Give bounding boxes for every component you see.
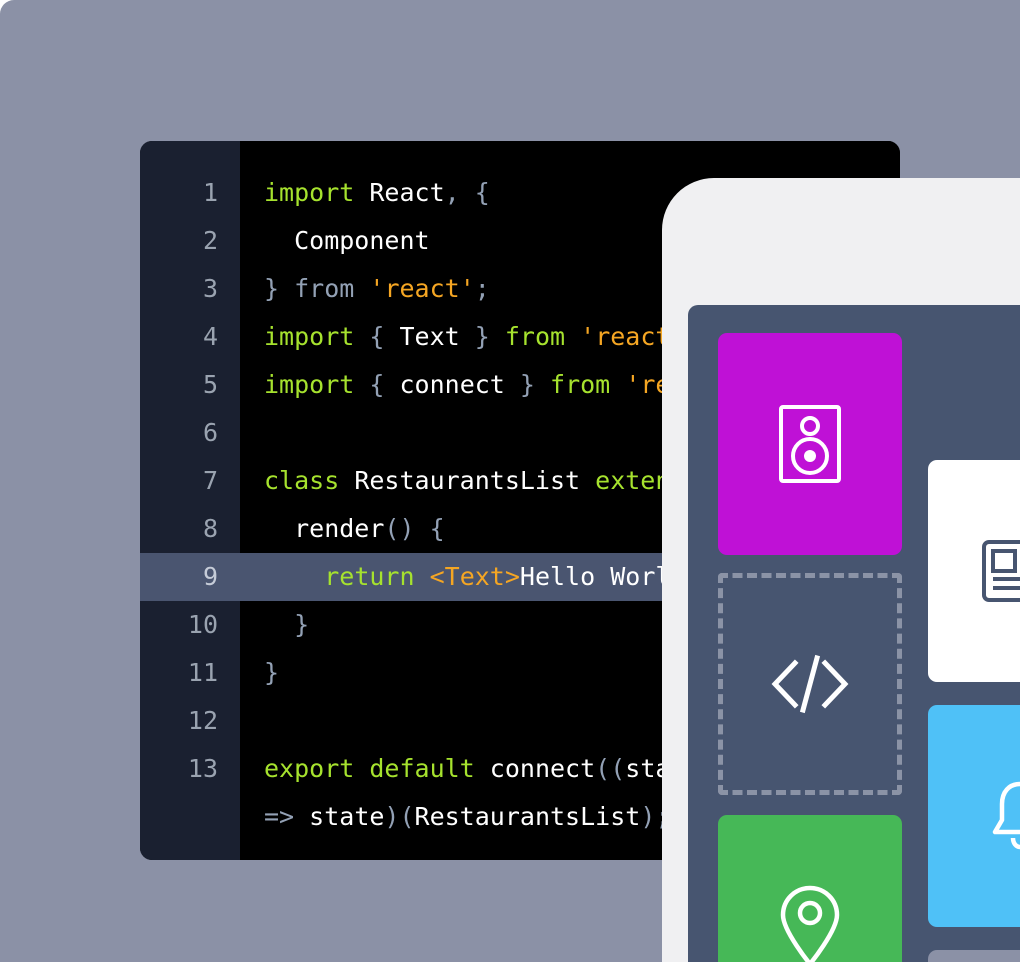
code-token: import bbox=[264, 178, 355, 207]
code-token: default bbox=[369, 754, 475, 783]
code-token: } bbox=[294, 610, 310, 639]
line-number: 13 bbox=[187, 754, 218, 783]
code-token: ; bbox=[474, 274, 490, 303]
code-token: connect bbox=[474, 754, 596, 783]
line-number: 2 bbox=[202, 226, 218, 255]
code-token: export bbox=[264, 754, 355, 783]
code-token: } bbox=[264, 274, 280, 303]
tile-bell[interactable] bbox=[928, 705, 1020, 927]
line-number: 11 bbox=[187, 658, 218, 687]
code-token: state bbox=[294, 802, 385, 831]
article-icon bbox=[981, 539, 1020, 603]
phone-mockup bbox=[662, 178, 1020, 962]
line-number: 4 bbox=[202, 322, 218, 351]
code-token: { bbox=[369, 322, 385, 351]
code-token: Text bbox=[384, 322, 475, 351]
code-token: from bbox=[504, 322, 566, 351]
code-token: import bbox=[264, 370, 355, 399]
code-token: render bbox=[264, 514, 385, 543]
tile-code[interactable] bbox=[718, 573, 902, 795]
code-token: () bbox=[384, 514, 415, 543]
code-token: } bbox=[474, 322, 490, 351]
line-number: 8 bbox=[202, 514, 218, 543]
line-number: 12 bbox=[187, 706, 218, 735]
phone-screen[interactable] bbox=[688, 305, 1020, 962]
speaker-icon bbox=[778, 404, 842, 484]
line-number: 7 bbox=[202, 466, 218, 495]
code-token: RestaurantsList bbox=[414, 802, 641, 831]
tile-bottom[interactable] bbox=[928, 950, 1020, 962]
code-token: } bbox=[264, 658, 280, 687]
code-token: Hello World bbox=[519, 562, 686, 591]
code-token: <Text> bbox=[429, 562, 520, 591]
code-token: ) bbox=[640, 802, 656, 831]
line-number: 3 bbox=[202, 274, 218, 303]
code-token: from bbox=[550, 370, 611, 399]
code-token: { bbox=[369, 370, 385, 399]
tile-speaker[interactable] bbox=[718, 333, 902, 555]
code-token: )( bbox=[384, 802, 415, 831]
tile-location[interactable] bbox=[718, 815, 902, 962]
code-token: 'react' bbox=[369, 274, 475, 303]
code-token: { bbox=[429, 514, 445, 543]
code-token: { bbox=[474, 178, 490, 207]
line-number: 6 bbox=[202, 418, 218, 447]
code-token: class bbox=[264, 466, 340, 495]
line-number: 10 bbox=[187, 610, 218, 639]
bell-icon bbox=[987, 778, 1020, 854]
code-token: React bbox=[354, 178, 445, 207]
code-token: connect bbox=[384, 370, 520, 399]
code-token: return bbox=[324, 562, 415, 591]
code-token: (( bbox=[595, 754, 626, 783]
line-number: 9 bbox=[140, 553, 240, 601]
code-token: , bbox=[444, 178, 460, 207]
code-token: Component bbox=[264, 226, 430, 255]
code-token: import bbox=[264, 322, 355, 351]
code-token: from bbox=[294, 274, 355, 303]
code-token: RestaurantsList bbox=[339, 466, 596, 495]
location-pin-icon bbox=[779, 884, 841, 962]
screenshot-stage: 1 2 3 4 5 6 7 8 9 10 11 12 13 import React, { Compon… bbox=[0, 0, 1020, 962]
code-token: } bbox=[519, 370, 535, 399]
line-number: 1 bbox=[202, 178, 218, 207]
code-icon bbox=[767, 653, 853, 715]
line-number: 5 bbox=[202, 370, 218, 399]
line-number bbox=[140, 793, 240, 841]
tile-article[interactable] bbox=[928, 460, 1020, 682]
code-token: => bbox=[264, 802, 295, 831]
line-number-gutter: 1 2 3 4 5 6 7 8 9 10 11 12 13 bbox=[140, 141, 240, 860]
